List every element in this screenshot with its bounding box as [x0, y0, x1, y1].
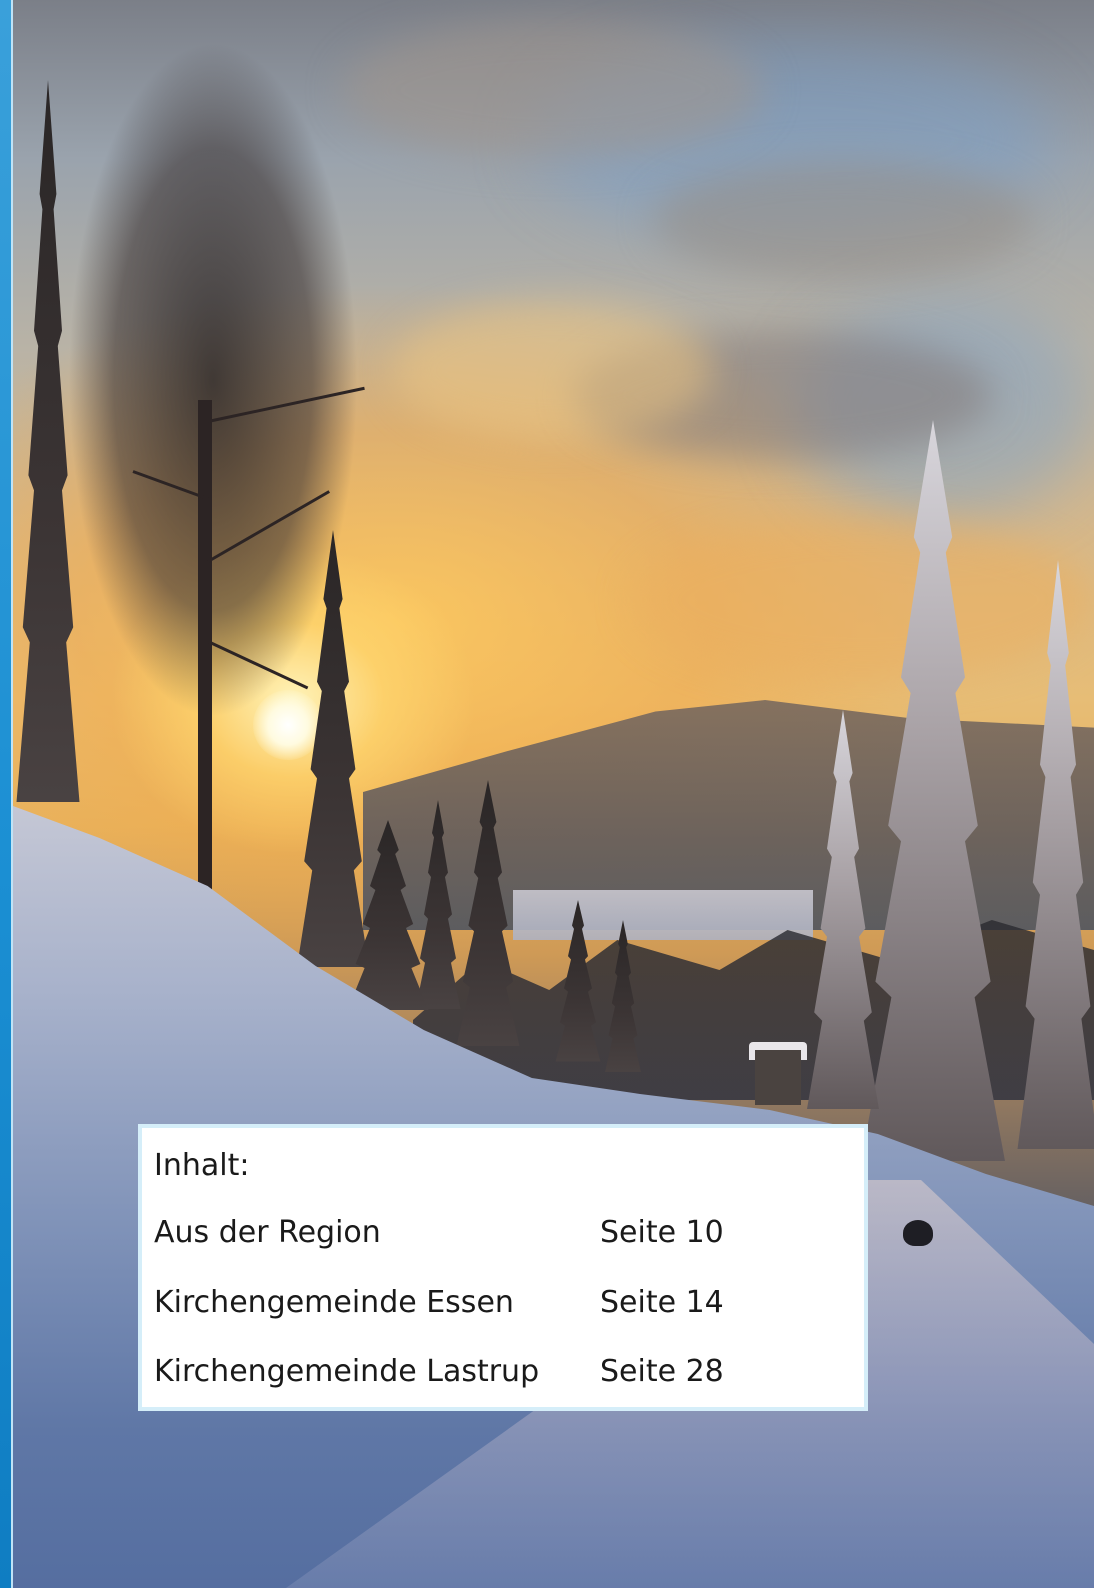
cover-page: Inhalt: Aus der Region Seite 10 Kircheng… — [0, 0, 1094, 1588]
small-hut — [755, 1050, 801, 1105]
toc-entry[interactable]: Aus der Region Seite 10 — [154, 1213, 854, 1253]
toc-heading: Inhalt: — [154, 1148, 250, 1183]
toc-entry-page: Seite 28 — [600, 1354, 724, 1389]
toc-entry[interactable]: Kirchengemeinde Lastrup Seite 28 — [154, 1352, 854, 1392]
toc-entry-label: Kirchengemeinde Essen — [154, 1285, 514, 1320]
birch-tree-silhouette — [33, 0, 413, 950]
sun-glow — [253, 690, 323, 760]
tree-trunk — [198, 400, 212, 920]
toc-entry-label: Aus der Region — [154, 1215, 381, 1250]
accent-side-bar — [0, 0, 13, 1588]
toc-entry[interactable]: Kirchengemeinde Essen Seite 14 — [154, 1283, 854, 1323]
toc-entry-page: Seite 10 — [600, 1215, 724, 1250]
frozen-lake — [513, 890, 813, 940]
toc-entry-label: Kirchengemeinde Lastrup — [154, 1354, 540, 1389]
table-of-contents: Inhalt: Aus der Region Seite 10 Kircheng… — [138, 1124, 868, 1411]
dark-rock — [903, 1220, 933, 1246]
toc-entry-page: Seite 14 — [600, 1285, 724, 1320]
